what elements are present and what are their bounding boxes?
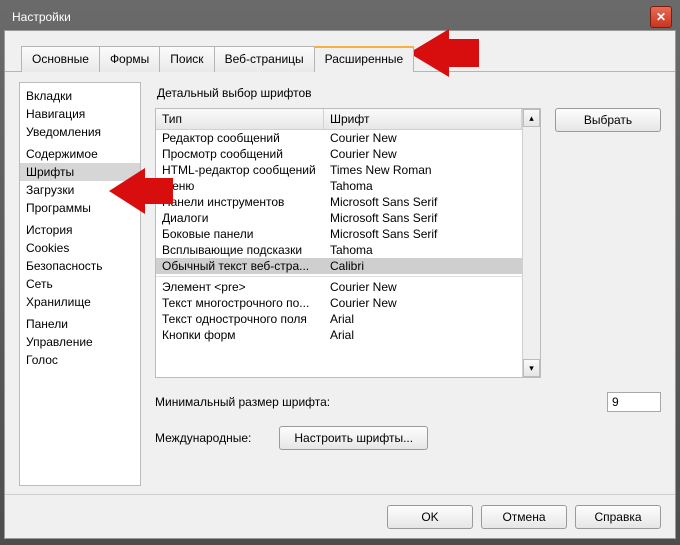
col-font[interactable]: Шрифт bbox=[324, 109, 522, 129]
cell-font: Times New Roman bbox=[324, 162, 522, 178]
cell-type: Обычный текст веб-стра... bbox=[156, 258, 324, 274]
close-button[interactable]: ✕ bbox=[650, 6, 672, 28]
cell-font: Courier New bbox=[324, 130, 522, 146]
ok-button[interactable]: OK bbox=[387, 505, 473, 529]
sidebar-item[interactable]: Загрузки bbox=[20, 181, 140, 199]
sidebar-item[interactable]: Безопасность bbox=[20, 257, 140, 275]
table-row[interactable]: ДиалогиMicrosoft Sans Serif bbox=[156, 210, 522, 226]
sidebar-item[interactable]: Панели bbox=[20, 315, 140, 333]
center-panel: Детальный выбор шрифтов Тип Шрифт Редакт… bbox=[155, 82, 661, 486]
sidebar-item[interactable]: Программы bbox=[20, 199, 140, 217]
table-row[interactable]: Текст однострочного поляArial bbox=[156, 311, 522, 327]
table-row[interactable]: HTML-редактор сообщенийTimes New Roman bbox=[156, 162, 522, 178]
sidebar-item[interactable]: Шрифты bbox=[20, 163, 140, 181]
cell-type: Элемент <pre> bbox=[156, 279, 324, 295]
sidebar-item[interactable]: Голос bbox=[20, 351, 140, 369]
cancel-button[interactable]: Отмена bbox=[481, 505, 567, 529]
table-row[interactable]: Всплывающие подсказкиTahoma bbox=[156, 242, 522, 258]
cell-font: Courier New bbox=[324, 295, 522, 311]
tab-webpages[interactable]: Веб-страницы bbox=[214, 46, 315, 72]
cell-font: Arial bbox=[324, 311, 522, 327]
table-row[interactable]: Кнопки формArial bbox=[156, 327, 522, 343]
main-area: ВкладкиНавигацияУведомленияСодержимоеШри… bbox=[5, 72, 675, 494]
scroll-down-icon[interactable]: ▾ bbox=[523, 359, 540, 377]
sidebar-item[interactable]: Сеть bbox=[20, 275, 140, 293]
min-size-input[interactable] bbox=[607, 392, 661, 412]
cell-font: Tahoma bbox=[324, 242, 522, 258]
table-row[interactable]: Боковые панелиMicrosoft Sans Serif bbox=[156, 226, 522, 242]
sidebar-item[interactable]: Cookies bbox=[20, 239, 140, 257]
tab-basic[interactable]: Основные bbox=[21, 46, 100, 72]
scrollbar[interactable]: ▴ ▾ bbox=[522, 109, 540, 377]
cell-type: Всплывающие подсказки bbox=[156, 242, 324, 258]
table-row[interactable]: МенюTahoma bbox=[156, 178, 522, 194]
table-row[interactable]: Текст многострочного по...Courier New bbox=[156, 295, 522, 311]
content-area: Основные Формы Поиск Веб-страницы Расшир… bbox=[4, 30, 676, 539]
cell-type: Панели инструментов bbox=[156, 194, 324, 210]
table-row[interactable]: Обычный текст веб-стра...Calibri bbox=[156, 258, 522, 274]
help-button[interactable]: Справка bbox=[575, 505, 661, 529]
cell-type: Редактор сообщений bbox=[156, 130, 324, 146]
table-row[interactable]: Редактор сообщенийCourier New bbox=[156, 130, 522, 146]
footer: OK Отмена Справка bbox=[5, 494, 675, 538]
settings-window: Настройки ✕ Основные Формы Поиск Веб-стр… bbox=[0, 0, 680, 545]
cell-font: Tahoma bbox=[324, 178, 522, 194]
scroll-track[interactable] bbox=[523, 127, 540, 359]
cell-type: Меню bbox=[156, 178, 324, 194]
sidebar-item[interactable]: Управление bbox=[20, 333, 140, 351]
section-title: Детальный выбор шрифтов bbox=[155, 82, 661, 108]
intl-label: Международные: bbox=[155, 431, 251, 445]
right-column: Выбрать bbox=[555, 108, 661, 378]
sidebar-item[interactable]: Хранилище bbox=[20, 293, 140, 311]
intl-row: Международные: Настроить шрифты... bbox=[155, 426, 661, 450]
col-type[interactable]: Тип bbox=[156, 109, 324, 129]
cell-font: Calibri bbox=[324, 258, 522, 274]
cell-font: Courier New bbox=[324, 279, 522, 295]
cell-font: Courier New bbox=[324, 146, 522, 162]
tabs-row: Основные Формы Поиск Веб-страницы Расшир… bbox=[5, 31, 675, 72]
tab-forms[interactable]: Формы bbox=[99, 46, 160, 72]
table-body: Тип Шрифт Редактор сообщенийCourier NewП… bbox=[156, 109, 522, 377]
table-header: Тип Шрифт bbox=[156, 109, 522, 130]
sidebar: ВкладкиНавигацияУведомления СодержимоеШри… bbox=[19, 82, 141, 486]
min-size-row: Минимальный размер шрифта: bbox=[155, 392, 661, 412]
scroll-up-icon[interactable]: ▴ bbox=[523, 109, 540, 127]
table-row[interactable]: Панели инструментовMicrosoft Sans Serif bbox=[156, 194, 522, 210]
cell-type: Диалоги bbox=[156, 210, 324, 226]
cell-type: Кнопки форм bbox=[156, 327, 324, 343]
sidebar-item[interactable]: Навигация bbox=[20, 105, 140, 123]
cell-type: Просмотр сообщений bbox=[156, 146, 324, 162]
sidebar-item[interactable]: Содержимое bbox=[20, 145, 140, 163]
cell-type: Боковые панели bbox=[156, 226, 324, 242]
cell-font: Arial bbox=[324, 327, 522, 343]
cell-font: Microsoft Sans Serif bbox=[324, 194, 522, 210]
sidebar-item[interactable]: Вкладки bbox=[20, 87, 140, 105]
table-row[interactable]: Элемент <pre>Courier New bbox=[156, 279, 522, 295]
cell-type: HTML-редактор сообщений bbox=[156, 162, 324, 178]
sidebar-item[interactable]: История bbox=[20, 221, 140, 239]
font-table: Тип Шрифт Редактор сообщенийCourier NewП… bbox=[155, 108, 541, 378]
configure-fonts-button[interactable]: Настроить шрифты... bbox=[279, 426, 428, 450]
table-row[interactable]: Просмотр сообщенийCourier New bbox=[156, 146, 522, 162]
choose-button[interactable]: Выбрать bbox=[555, 108, 661, 132]
close-icon: ✕ bbox=[656, 10, 666, 24]
tab-advanced[interactable]: Расширенные bbox=[314, 46, 415, 72]
cell-font: Microsoft Sans Serif bbox=[324, 210, 522, 226]
window-title: Настройки bbox=[12, 10, 71, 24]
titlebar: Настройки ✕ bbox=[4, 4, 676, 30]
cell-type: Текст однострочного поля bbox=[156, 311, 324, 327]
sidebar-item[interactable]: Уведомления bbox=[20, 123, 140, 141]
cell-font: Microsoft Sans Serif bbox=[324, 226, 522, 242]
cell-type: Текст многострочного по... bbox=[156, 295, 324, 311]
tab-search[interactable]: Поиск bbox=[159, 46, 214, 72]
min-size-label: Минимальный размер шрифта: bbox=[155, 395, 597, 409]
